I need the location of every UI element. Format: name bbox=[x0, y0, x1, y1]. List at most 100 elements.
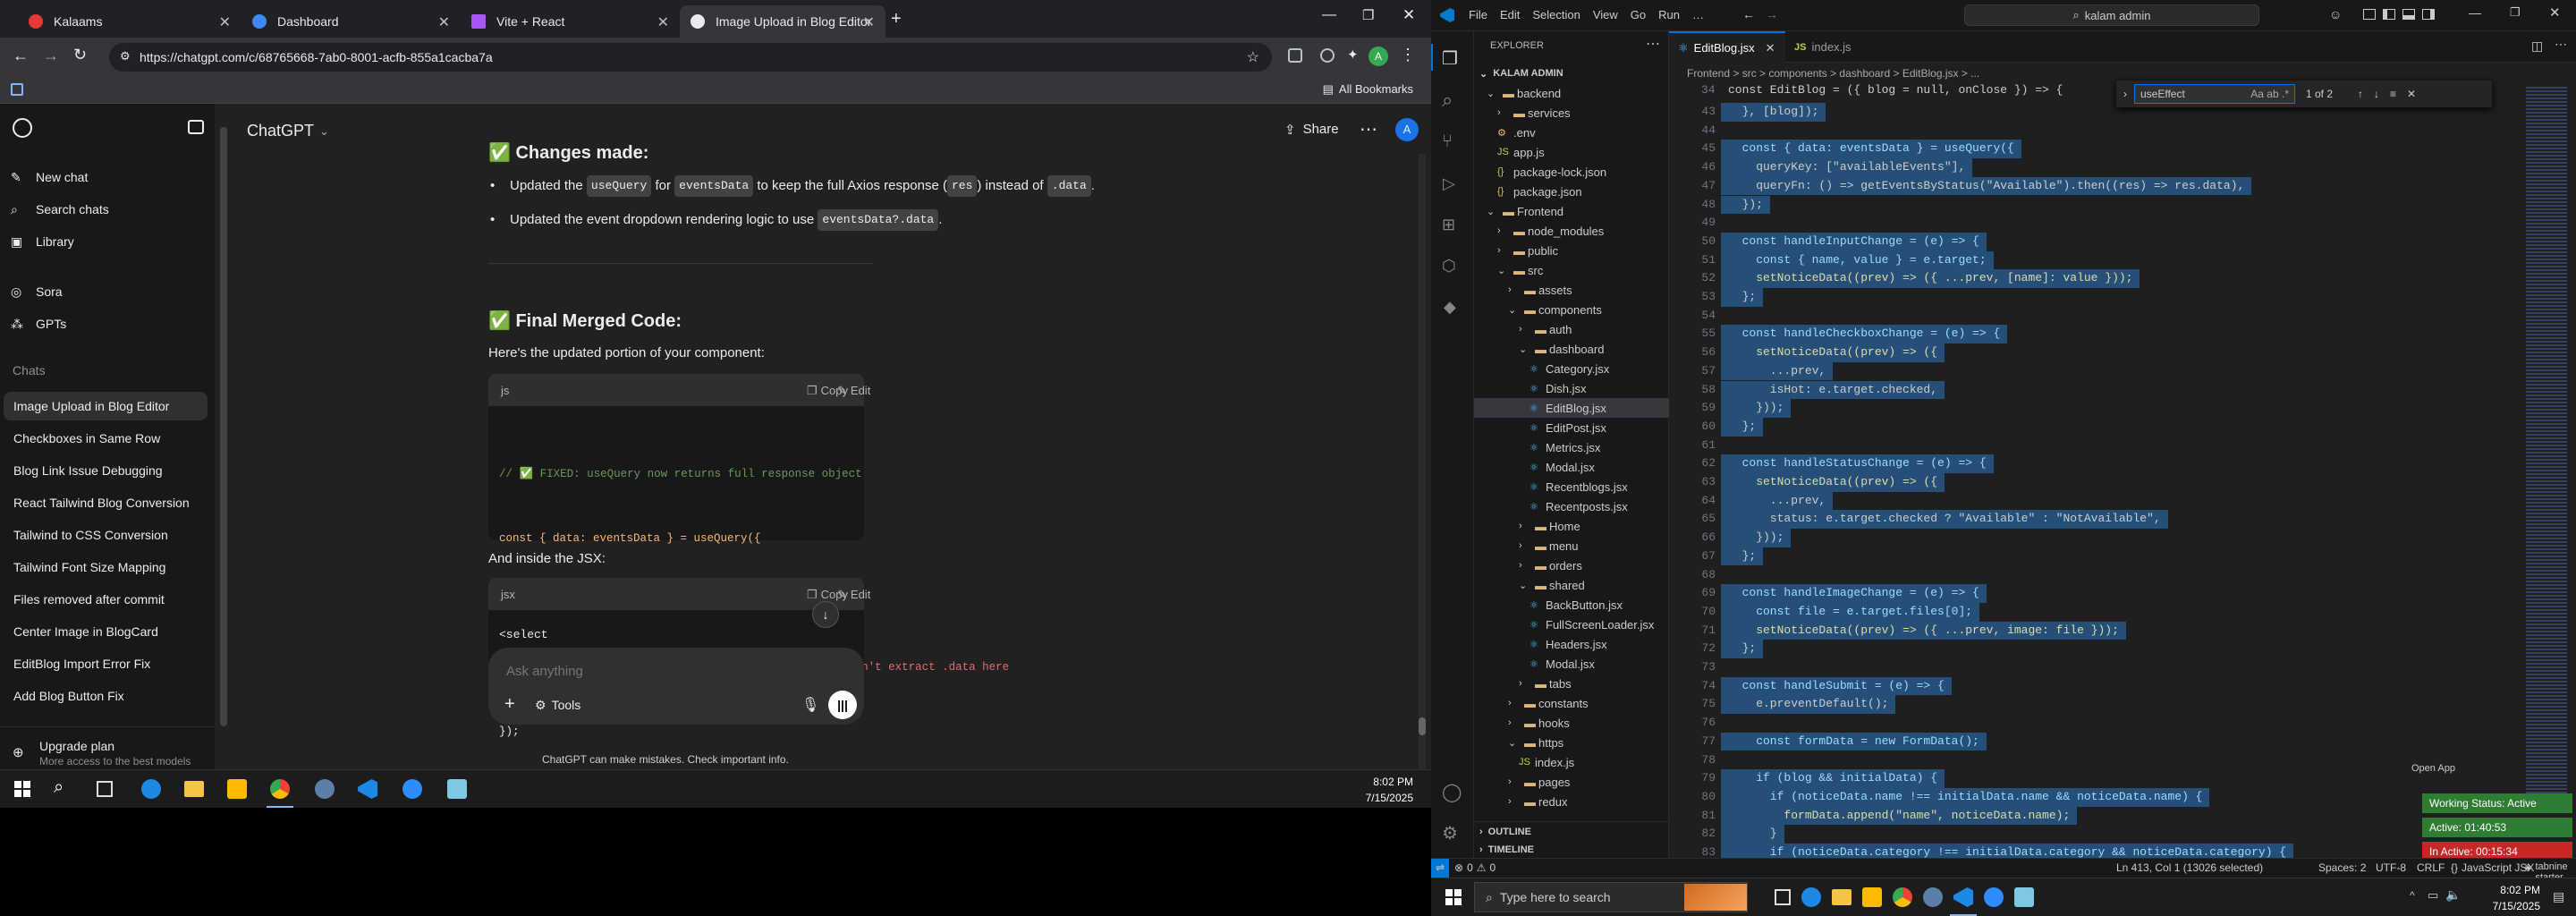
chat-item[interactable]: Tailwind Font Size Mapping bbox=[13, 553, 165, 581]
search-icon[interactable]: ⌕ bbox=[1442, 89, 1453, 112]
menu-more[interactable]: … bbox=[1692, 8, 1704, 21]
taskbar-search[interactable]: ⌕ Type here to search bbox=[1474, 882, 1748, 912]
new-tab-icon[interactable]: + bbox=[891, 9, 902, 30]
language-mode[interactable]: {} JavaScript JSX bbox=[2451, 861, 2534, 874]
tab-dashboard[interactable]: Dashboard ✕ bbox=[242, 5, 461, 38]
tree-file[interactable]: {} package-lock.json bbox=[1474, 162, 1669, 182]
encoding[interactable]: UTF-8 bbox=[2376, 861, 2406, 874]
store-icon[interactable] bbox=[227, 779, 247, 799]
edge-icon[interactable] bbox=[1801, 887, 1821, 907]
docker-icon[interactable]: ⬡ bbox=[1442, 257, 1456, 276]
tree-folder[interactable]: › ▬ Home bbox=[1474, 516, 1669, 536]
tree-file[interactable]: JS index.js bbox=[1474, 752, 1669, 772]
search-chats-button[interactable]: ⌕ Search chats bbox=[11, 195, 109, 224]
app-icon[interactable] bbox=[1923, 887, 1943, 907]
windows-start-icon[interactable] bbox=[14, 781, 30, 797]
network-icon[interactable]: ▭ bbox=[2428, 888, 2438, 903]
tree-folder[interactable]: › ▬ public bbox=[1474, 241, 1669, 260]
extension2-icon[interactable] bbox=[1320, 48, 1335, 63]
apps-icon[interactable] bbox=[11, 83, 23, 96]
openai-logo-icon[interactable] bbox=[13, 118, 32, 138]
tree-folder[interactable]: ⌄ ▬ https bbox=[1474, 733, 1669, 752]
problems-indicator[interactable]: ⊗ 0 ⚠ 0 bbox=[1454, 861, 1496, 874]
copilot-icon[interactable]: ☺ bbox=[2329, 7, 2342, 21]
windows-start-icon[interactable] bbox=[1445, 889, 1462, 905]
share-button[interactable]: ⇪ Share bbox=[1284, 122, 1339, 138]
scroll-down-button[interactable]: ↓ bbox=[812, 601, 839, 628]
menu-kebab-icon[interactable]: ⋮ bbox=[1400, 46, 1416, 64]
tree-folder[interactable]: › ▬ constants bbox=[1474, 693, 1669, 713]
arrow-up-icon[interactable]: ↑ bbox=[2358, 88, 2363, 100]
toggle-secondary-sidebar-icon[interactable] bbox=[2422, 9, 2435, 20]
edit-button[interactable]: ✎ Edit bbox=[837, 384, 870, 398]
menu-edit[interactable]: Edit bbox=[1500, 8, 1520, 21]
breadcrumb[interactable]: Frontend > src > components > dashboard … bbox=[1687, 67, 1979, 80]
minimap[interactable] bbox=[2522, 78, 2576, 811]
task-view-icon[interactable] bbox=[97, 781, 113, 797]
tab-image-upload[interactable]: Image Upload in Blog Editor ✕ bbox=[680, 5, 886, 38]
sticky-scroll-line[interactable]: const EditBlog = ({ blog = null, onClose… bbox=[1728, 83, 2063, 97]
chat-item[interactable]: Image Upload in Blog Editor bbox=[4, 392, 208, 420]
puzzle-icon[interactable]: ✦ bbox=[1347, 47, 1359, 63]
back-icon[interactable]: ← bbox=[13, 47, 29, 65]
chat-item[interactable]: Add Blog Button Fix bbox=[13, 682, 124, 710]
layout-icon[interactable] bbox=[2363, 9, 2376, 20]
tree-folder[interactable]: › ▬ orders bbox=[1474, 556, 1669, 575]
workspace-root[interactable]: ⌄ KALAM ADMIN bbox=[1474, 64, 1669, 83]
tree-folder[interactable]: › ▬ assets bbox=[1474, 280, 1669, 300]
tree-folder[interactable]: › ▬ tabs bbox=[1474, 674, 1669, 693]
tree-file[interactable]: ⚛ Headers.jsx bbox=[1474, 634, 1669, 654]
open-app-link[interactable]: Open App bbox=[2411, 763, 2455, 774]
tree-folder[interactable]: ⌄ ▬ Frontend bbox=[1474, 201, 1669, 221]
chat-item[interactable]: React Tailwind Blog Conversion bbox=[13, 488, 190, 517]
store-icon[interactable] bbox=[1862, 887, 1882, 907]
restore-icon[interactable]: ❐ bbox=[1362, 7, 1374, 23]
close-icon[interactable]: ✕ bbox=[863, 13, 875, 31]
notifications-icon[interactable]: ▤ bbox=[2553, 889, 2564, 904]
menu-file[interactable]: File bbox=[1469, 8, 1487, 21]
tab-vite-react[interactable]: Vite + React ✕ bbox=[461, 5, 680, 38]
tree-folder[interactable]: › ▬ redux bbox=[1474, 792, 1669, 811]
clock[interactable]: 8:02 PM 7/15/2025 bbox=[2478, 884, 2540, 912]
task-view-icon[interactable] bbox=[1775, 889, 1791, 905]
find-input[interactable]: useEffect Aa ab .* bbox=[2134, 84, 2295, 104]
tab-index-js[interactable]: JS index.js bbox=[1785, 31, 1884, 63]
new-chat-button[interactable]: ✎ New chat bbox=[11, 163, 88, 191]
close-icon[interactable]: ✕ bbox=[219, 13, 231, 31]
voice-mode-icon[interactable]: ||| bbox=[828, 691, 857, 719]
toggle-sidebar-icon[interactable] bbox=[2383, 9, 2395, 20]
chat-item[interactable]: Files removed after commit bbox=[13, 585, 165, 614]
tab-editblog[interactable]: ⚛ EditBlog.jsx ✕ bbox=[1669, 31, 1785, 63]
chat-item[interactable]: Checkboxes in Same Row bbox=[13, 424, 160, 453]
all-bookmarks[interactable]: ▤ All Bookmarks bbox=[1323, 82, 1413, 97]
chat-item[interactable]: Center Image in BlogCard bbox=[13, 617, 158, 646]
explorer-icon[interactable]: ❐ bbox=[1442, 47, 1458, 70]
command-center[interactable]: ⌕ kalam admin bbox=[1964, 4, 2259, 26]
model-selector[interactable]: ChatGPT ⌄ bbox=[247, 122, 329, 140]
minimize-icon[interactable]: — bbox=[1322, 7, 1336, 23]
tracker-working-status[interactable]: Working Status: Active bbox=[2422, 793, 2572, 813]
account-icon[interactable]: ◯ bbox=[1442, 781, 1462, 803]
more-actions-icon[interactable]: ⋯ bbox=[2555, 37, 2567, 52]
file-explorer-icon[interactable] bbox=[1832, 889, 1852, 905]
arrow-down-icon[interactable]: ↓ bbox=[2374, 88, 2379, 100]
forward-icon[interactable]: → bbox=[1766, 7, 1778, 21]
tree-file[interactable]: ⚛ Dish.jsx bbox=[1474, 378, 1669, 398]
file-explorer-icon[interactable] bbox=[184, 781, 204, 797]
back-icon[interactable]: ← bbox=[1742, 7, 1755, 21]
chat-item[interactable]: Blog Link Issue Debugging bbox=[13, 456, 163, 485]
remote-icon[interactable]: ⇌ bbox=[1431, 859, 1449, 878]
edge-icon[interactable] bbox=[141, 779, 161, 799]
more-actions-icon[interactable]: ⋯ bbox=[1646, 35, 1660, 53]
chat-item[interactable]: EditBlog Import Error Fix bbox=[13, 649, 150, 678]
extensions-icon[interactable]: ⊞ bbox=[1442, 216, 1455, 234]
match-case-icon[interactable]: Aa ab .* bbox=[2250, 88, 2289, 100]
tree-folder[interactable]: ⌄ ▬ backend bbox=[1474, 83, 1669, 103]
user-avatar[interactable]: A bbox=[1395, 118, 1419, 141]
search-icon[interactable]: ⌕ bbox=[54, 777, 64, 798]
toggle-panel-icon[interactable] bbox=[2402, 9, 2415, 20]
source-control-icon[interactable]: ⑂ bbox=[1442, 131, 1453, 152]
close-icon[interactable]: ✕ bbox=[1766, 41, 1775, 55]
sidebar-scrollbar[interactable] bbox=[220, 127, 227, 726]
sidebar-toggle-icon[interactable] bbox=[188, 120, 204, 134]
